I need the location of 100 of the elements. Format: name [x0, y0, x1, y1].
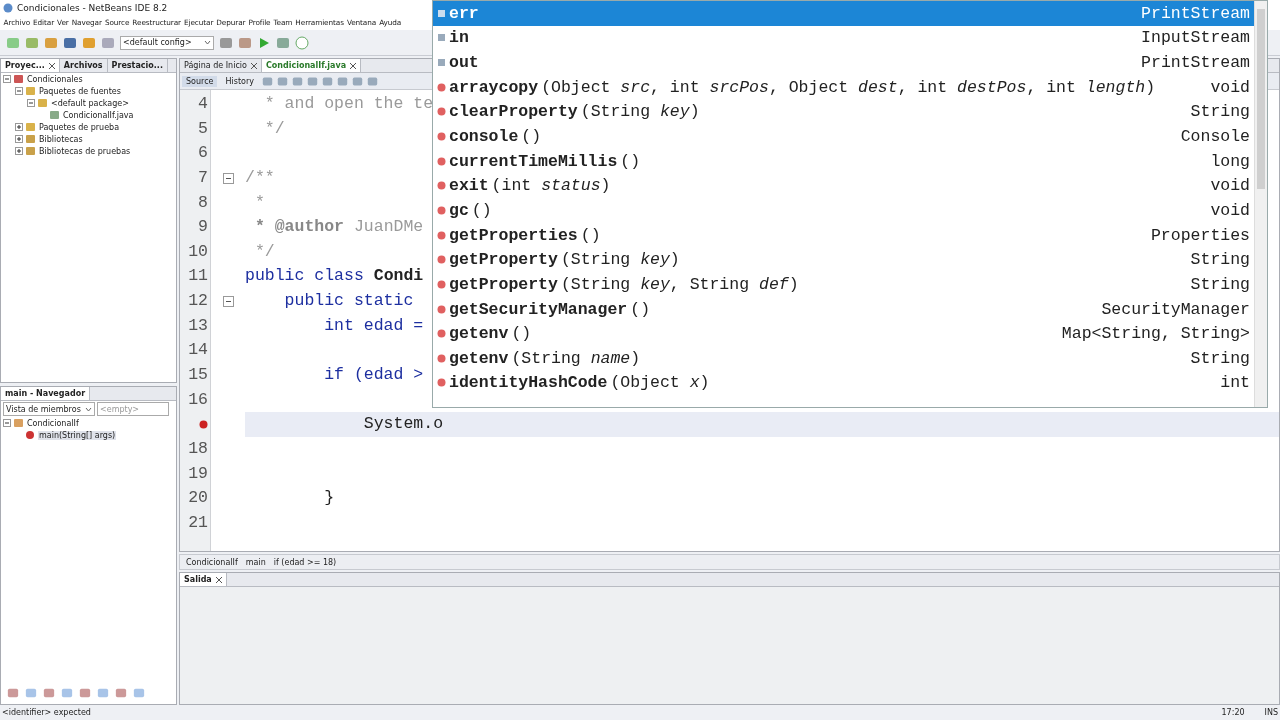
line-number: 16 [188, 388, 208, 411]
tree-item[interactable]: Bibliotecas [38, 134, 84, 144]
method-icon [437, 230, 446, 240]
line-number: 8 [198, 191, 208, 214]
run-icon[interactable] [257, 35, 271, 50]
completion-item[interactable]: getProperties () Properties [433, 222, 1254, 248]
view-tab[interactable]: Source [182, 75, 218, 87]
line-number: 18 [188, 437, 208, 460]
line-number: 19 [188, 462, 208, 485]
insert-mode: INS [1264, 708, 1278, 717]
breadcrumb[interactable]: CondicionalIf [186, 557, 238, 567]
tree-item[interactable]: Bibliotecas de pruebas [38, 146, 132, 156]
code-line: /** [245, 167, 275, 187]
window-title: Condicionales - NetBeans IDE 8.2 [17, 2, 168, 13]
scrollbar[interactable] [1254, 1, 1267, 407]
panel-tab[interactable]: Prestacio... [107, 59, 168, 72]
line-number: 15 [188, 364, 208, 387]
code-line: System.o [362, 414, 444, 434]
code-line: * and open the te [263, 94, 434, 113]
code-line: public static [283, 291, 415, 311]
line-number: 4 [198, 93, 208, 115]
completion-item[interactable]: getProperty (String key) String [433, 247, 1254, 273]
line-number: 9 [198, 216, 208, 239]
tree-item[interactable]: main(String[] args) [38, 430, 117, 440]
code-line: int edad = [323, 315, 424, 335]
completion-item[interactable]: console () Console [433, 124, 1254, 149]
code-line: * @author JuanDMe [253, 217, 424, 237]
completion-item[interactable]: clearProperty (String key) String [433, 99, 1254, 125]
collapse-icon[interactable] [15, 87, 23, 95]
completion-item[interactable]: exit (int status) void [433, 173, 1254, 199]
completion-item[interactable]: getProperty (String key, String def) String [433, 272, 1254, 297]
panel-tab[interactable]: Proyec... [1, 59, 60, 72]
method-icon [437, 304, 446, 314]
completion-item[interactable]: out PrintStream [433, 50, 1254, 75]
method-icon [437, 156, 446, 166]
method-icon [437, 82, 446, 92]
tree-item[interactable]: CondicionalIf [26, 418, 80, 428]
tree-item[interactable]: Paquetes de prueba [38, 122, 121, 132]
expand-icon[interactable] [15, 135, 23, 143]
expand-icon[interactable] [15, 123, 23, 131]
completion-item[interactable]: getSecurityManager () SecurityManager [433, 296, 1254, 322]
method-icon [437, 107, 446, 117]
method-icon [437, 255, 446, 265]
editor-tab[interactable]: CondicionalIf.java [261, 59, 362, 72]
code-line: public class Condi [245, 266, 424, 286]
view-tab[interactable]: History [221, 75, 258, 87]
completion-item[interactable]: gc () void [433, 198, 1254, 223]
close-icon[interactable] [350, 62, 357, 69]
method-icon [437, 329, 446, 339]
breadcrumb[interactable]: if (edad >= 18) [273, 557, 337, 567]
tree-item[interactable]: Condicionales [26, 74, 84, 84]
completion-item[interactable]: identityHashCode (Object x) int [433, 370, 1254, 396]
line-number: 14 [188, 339, 208, 362]
panel-tab[interactable]: Archivos [59, 59, 108, 72]
completion-item[interactable]: arraycopy (Object src, int srcPos, Object dest, int destPos, int length) void [433, 74, 1254, 100]
collapse-icon[interactable] [3, 419, 11, 427]
line-number: 10 [188, 240, 208, 263]
line-number: 21 [188, 511, 208, 534]
line-number: 11 [188, 265, 208, 288]
clock-icon[interactable] [295, 35, 309, 50]
completion-item[interactable]: currentTimeMillis () long [433, 148, 1254, 174]
method-icon [437, 378, 446, 388]
line-number: 20 [188, 487, 208, 510]
code-line: } [323, 488, 335, 508]
expand-icon[interactable] [15, 147, 23, 155]
close-icon[interactable] [48, 62, 55, 69]
status-message: <identifier> expected [2, 708, 91, 717]
collapse-icon[interactable] [27, 99, 35, 107]
panel-tab[interactable]: main - Navegador [1, 387, 91, 400]
method-icon [437, 205, 446, 215]
close-icon[interactable] [250, 62, 257, 69]
completion-item[interactable]: getenv () Map<String, String> [433, 321, 1254, 346]
completion-item[interactable]: in InputStream [433, 25, 1254, 51]
collapse-icon[interactable] [3, 75, 11, 83]
cursor-position: 17:20 [1221, 708, 1245, 717]
breadcrumb[interactable]: main [245, 557, 266, 567]
tree-item[interactable]: CondicionalIf.java [62, 110, 135, 120]
completion-item[interactable]: err PrintStream [433, 1, 1254, 26]
code-line: * [253, 192, 265, 212]
view-dropdown[interactable]: Vista de miembros [3, 402, 95, 416]
config-dropdown[interactable]: <default config> [120, 35, 214, 50]
panel-tab[interactable]: Salida [180, 573, 227, 586]
tree-item[interactable]: Paquetes de fuentes [38, 86, 122, 96]
tree-item[interactable]: <default package> [50, 98, 130, 108]
caret-icon [204, 40, 211, 45]
code-line: */ [253, 241, 275, 261]
fold-icon[interactable] [222, 295, 234, 307]
close-icon[interactable] [215, 576, 222, 583]
method-icon [437, 279, 446, 289]
method-icon [437, 353, 446, 363]
fold-icon[interactable] [222, 172, 234, 184]
method-icon [25, 430, 36, 440]
line-number: 6 [198, 142, 208, 165]
line-number: 13 [188, 314, 208, 337]
line-number: 5 [198, 117, 208, 140]
code-line: */ [263, 118, 285, 138]
caret-icon [85, 406, 92, 412]
editor-tab[interactable]: Página de Inicio [180, 59, 262, 72]
line-number: 12 [188, 290, 208, 313]
completion-item[interactable]: getenv (String name) String [433, 345, 1254, 371]
